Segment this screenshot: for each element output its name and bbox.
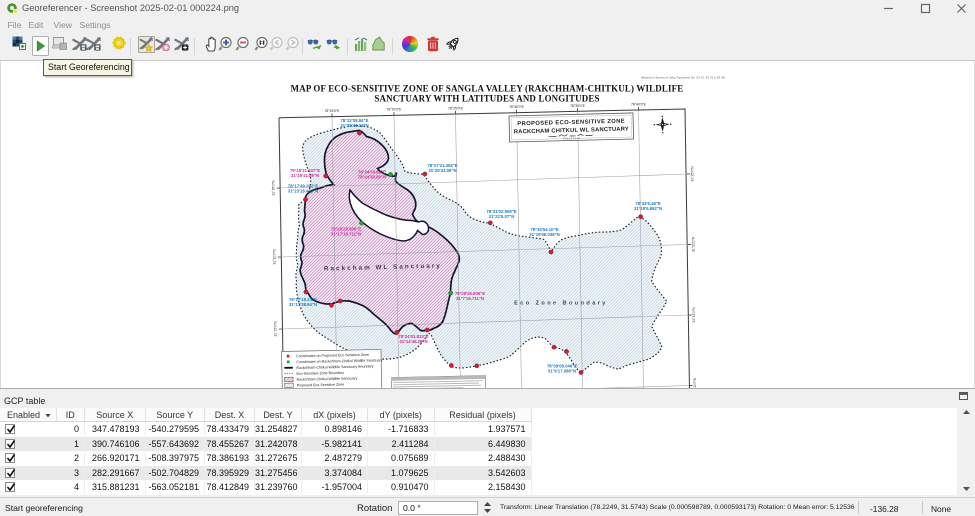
svg-text:31°25'0"N: 31°25'0"N xyxy=(271,180,275,196)
svg-text:0 0.5 1 2 3 4 km: 0 0.5 1 2 3 4 km xyxy=(563,137,580,140)
svg-text:31°20'0"N: 31°20'0"N xyxy=(272,249,276,265)
svg-text:31°25'0"N: 31°25'0"N xyxy=(691,166,695,182)
svg-text:31°23'18.431"N: 31°23'18.431"N xyxy=(288,189,319,194)
svg-text:31°10'0"N: 31°10'0"N xyxy=(693,377,697,388)
svg-text:31°19'6.692"N: 31°19'6.692"N xyxy=(634,206,662,211)
svg-text:31°15'0"N: 31°15'0"N xyxy=(274,321,278,337)
svg-text:78°30'0"E: 78°30'0"E xyxy=(509,105,525,109)
svg-text:31°7'16.711"N: 31°7'16.711"N xyxy=(456,296,484,301)
svg-text:78°24'50.89"N: 78°24'50.89"N xyxy=(358,175,386,180)
svg-text:31°9'17.088"N: 31°9'17.088"N xyxy=(548,369,576,374)
svg-text:78°35'0"E: 78°35'0"E xyxy=(570,104,586,108)
svg-text:78°25'0"E: 78°25'0"E xyxy=(448,106,464,110)
svg-text:31°17'38.64"N: 31°17'38.64"N xyxy=(289,302,317,307)
svg-text:31°15'0"N: 31°15'0"N xyxy=(692,307,696,323)
svg-text:31°20'0"N: 31°20'0"N xyxy=(692,236,696,252)
svg-text:31°14'46.26"N: 31°14'46.26"N xyxy=(399,339,427,344)
svg-text:SANCTUARY WITH LATITUDES AND L: SANCTUARY WITH LATITUDES AND LONGITUDES xyxy=(374,94,599,104)
svg-text:78°15'0"E: 78°15'0"E xyxy=(325,109,341,113)
svg-text:(Based on Survey of India Topo: (Based on Survey of India Toposheet No. … xyxy=(641,76,725,80)
svg-text:31°25'41.12"N: 31°25'41.12"N xyxy=(340,123,368,128)
svg-text:31°22'5.07"N: 31°22'5.07"N xyxy=(489,214,515,219)
svg-text:31°17'18.711"N: 31°17'18.711"N xyxy=(331,232,361,237)
svg-text:Eco Zone Boundary: Eco Zone Boundary xyxy=(514,301,608,307)
svg-text:78°20'0"E: 78°20'0"E xyxy=(387,108,403,112)
svg-text:MAP OF ECO-SENSITIVE ZONE OF S: MAP OF ECO-SENSITIVE ZONE OF SANGLA VALL… xyxy=(291,84,684,94)
svg-text:78°40'0"E: 78°40'0"E xyxy=(631,103,647,107)
svg-text:31°19'08.038"N: 31°19'08.038"N xyxy=(529,232,560,237)
svg-text:31°25'43.08"N: 31°25'43.08"N xyxy=(428,168,456,173)
svg-text:31°25'41.89"N: 31°25'41.89"N xyxy=(291,173,319,178)
